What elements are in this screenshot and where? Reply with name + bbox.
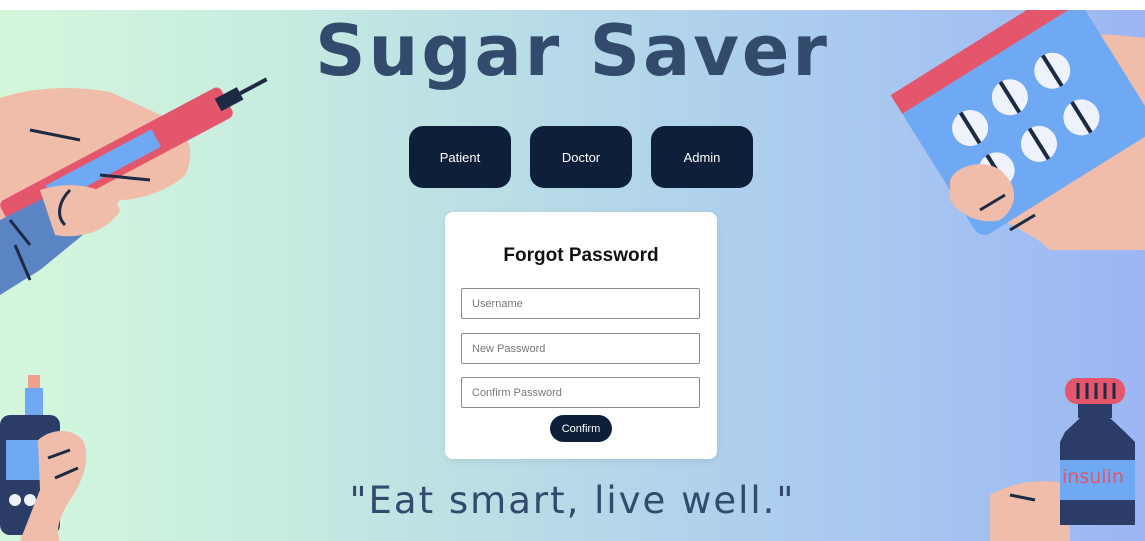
admin-button[interactable]: Admin <box>651 126 753 188</box>
role-selector: Patient Doctor Admin <box>409 126 753 188</box>
forgot-password-card: Forgot Password Confirm <box>445 212 717 459</box>
app-title: Sugar Saver <box>315 10 830 92</box>
confirm-button[interactable]: Confirm <box>550 415 612 442</box>
new-password-input[interactable] <box>461 333 700 364</box>
confirm-password-input[interactable] <box>461 377 700 408</box>
doctor-button[interactable]: Doctor <box>530 126 632 188</box>
patient-button[interactable]: Patient <box>409 126 511 188</box>
tagline: "Eat smart, live well." <box>349 479 796 522</box>
form-title: Forgot Password <box>503 245 659 266</box>
username-input[interactable] <box>461 288 700 319</box>
